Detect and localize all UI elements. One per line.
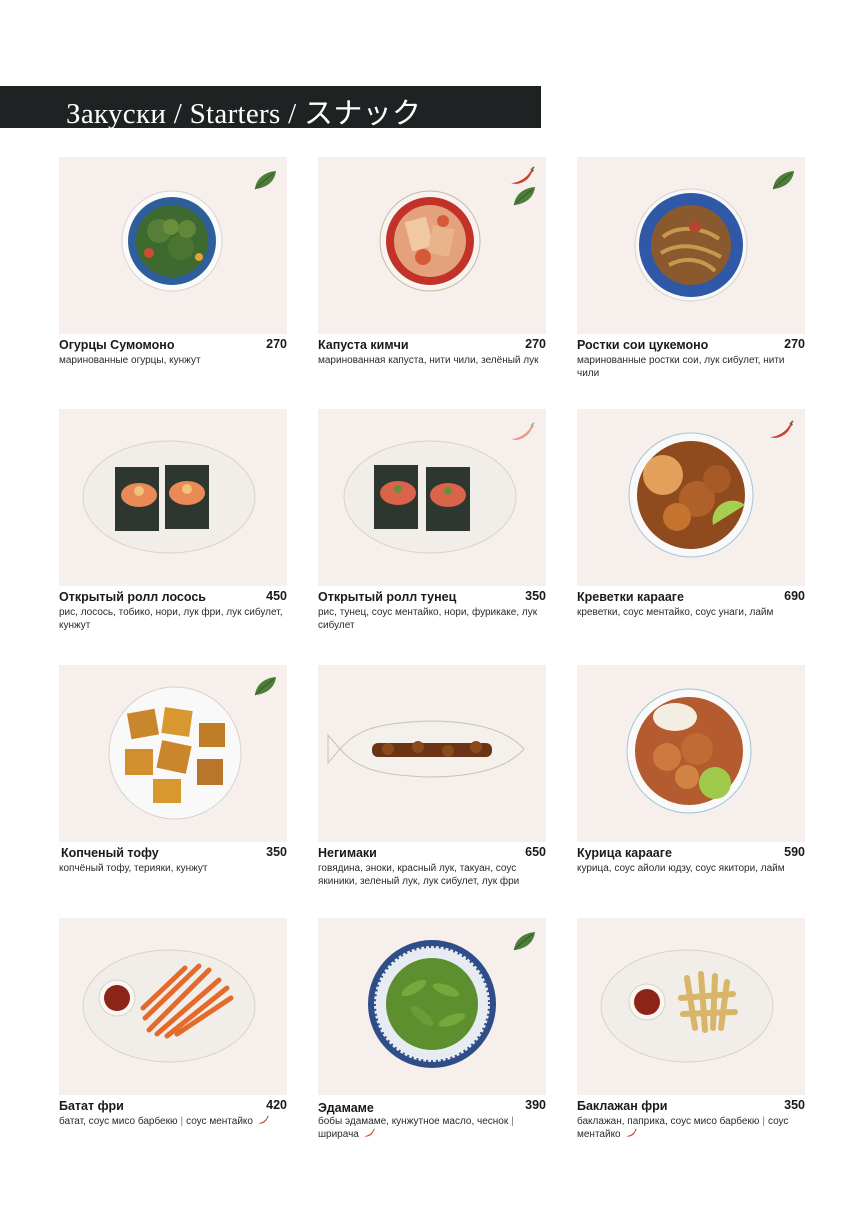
item-description: баклажан, паприка, соус мисо барбекю | соу… [577,1115,809,1141]
item-price: 270 [525,337,546,351]
dish-photo [59,665,287,842]
dish-photo [318,409,546,586]
dish-photo [59,409,287,586]
item-name: Эдамаме [318,1101,374,1115]
item-name: Огурцы Сумомоно [59,338,175,352]
item-description: бобы эдамаме, кунжутное масло, чеснок | шр… [318,1115,550,1141]
item-description: креветки, соус ментайко, соус унаги, лай… [577,607,774,618]
description-main: баклажан, паприка, соус мисо барбекю [577,1116,760,1127]
item-price: 450 [266,589,287,603]
item-price: 690 [784,589,805,603]
dish-photo [59,157,287,334]
item-name: Баклажан фри [577,1099,668,1113]
chili-icon [256,1115,270,1125]
item-name: Негимаки [318,846,377,860]
item-price: 420 [266,1098,287,1112]
description-main: бобы эдамаме, кунжутное масло, чеснок [318,1116,509,1127]
separator: | [180,1116,184,1127]
leaf-icon [511,185,537,207]
item-price: 350 [784,1098,805,1112]
item-description: маринованные ростки сои, лук сибулет, ни… [577,355,785,379]
dish-photo [577,918,805,1095]
item-name: Капуста кимчи [318,338,409,352]
section-title: Закуски / Starters / スナック [66,98,422,130]
dish-photo [577,665,805,842]
item-description: рис, тунец, соус ментайко, нори, фурикак… [318,607,538,631]
item-name: Креветки карааге [577,590,684,604]
separator: | [511,1116,514,1127]
separator: | [762,1116,765,1127]
leaf-icon [252,675,278,697]
item-name: Курица карааге [577,846,672,860]
item-name: Ростки сои цукемоно [577,338,709,352]
item-price: 650 [525,845,546,859]
item-description: копчёный тофу, терияки, кунжут [59,863,208,874]
item-price: 270 [266,337,287,351]
description-extra: шрирача [318,1129,359,1140]
item-price: 350 [266,845,287,859]
chili-icon [362,1128,376,1138]
dish-photo [318,918,546,1095]
dish-photo [59,918,287,1095]
leaf-icon [511,930,537,952]
item-description: курица, соус айоли юдзу, соус якитори, л… [577,863,785,874]
section-title-bar: Закуски / Starters / スナック [0,86,541,130]
dish-photo [318,665,546,842]
dish-photo [577,409,805,586]
dish-photo [318,157,546,334]
item-description: маринованная капуста, нити чили, зелёный… [318,355,539,366]
leaf-icon [770,169,796,191]
item-name: Открытый ролл тунец [318,590,457,604]
dish-photo [577,157,805,334]
item-name: Батат фри [59,1099,124,1113]
item-price: 270 [784,337,805,351]
item-description: маринованные огурцы, кунжут [59,355,201,366]
chili-icon [624,1128,638,1138]
item-price: 350 [525,589,546,603]
chili-light-icon [509,421,535,443]
item-name: Копченый тофу [61,846,159,860]
item-description: рис, лосось, тобико, нори, лук фри, лук … [59,607,283,631]
description-extra: соус ментайко [186,1116,253,1127]
item-description: говядина, эноки, красный лук, такуан, со… [318,863,520,887]
item-name: Открытый ролл лосось [59,590,206,604]
item-description: батат, соус мисо барбекю | соус ментайко [59,1115,291,1128]
item-price: 390 [525,1098,546,1112]
chili-icon [509,165,535,187]
chili-icon [768,419,794,441]
leaf-icon [252,169,278,191]
description-main: батат, соус мисо барбекю [59,1116,178,1127]
item-price: 590 [784,845,805,859]
